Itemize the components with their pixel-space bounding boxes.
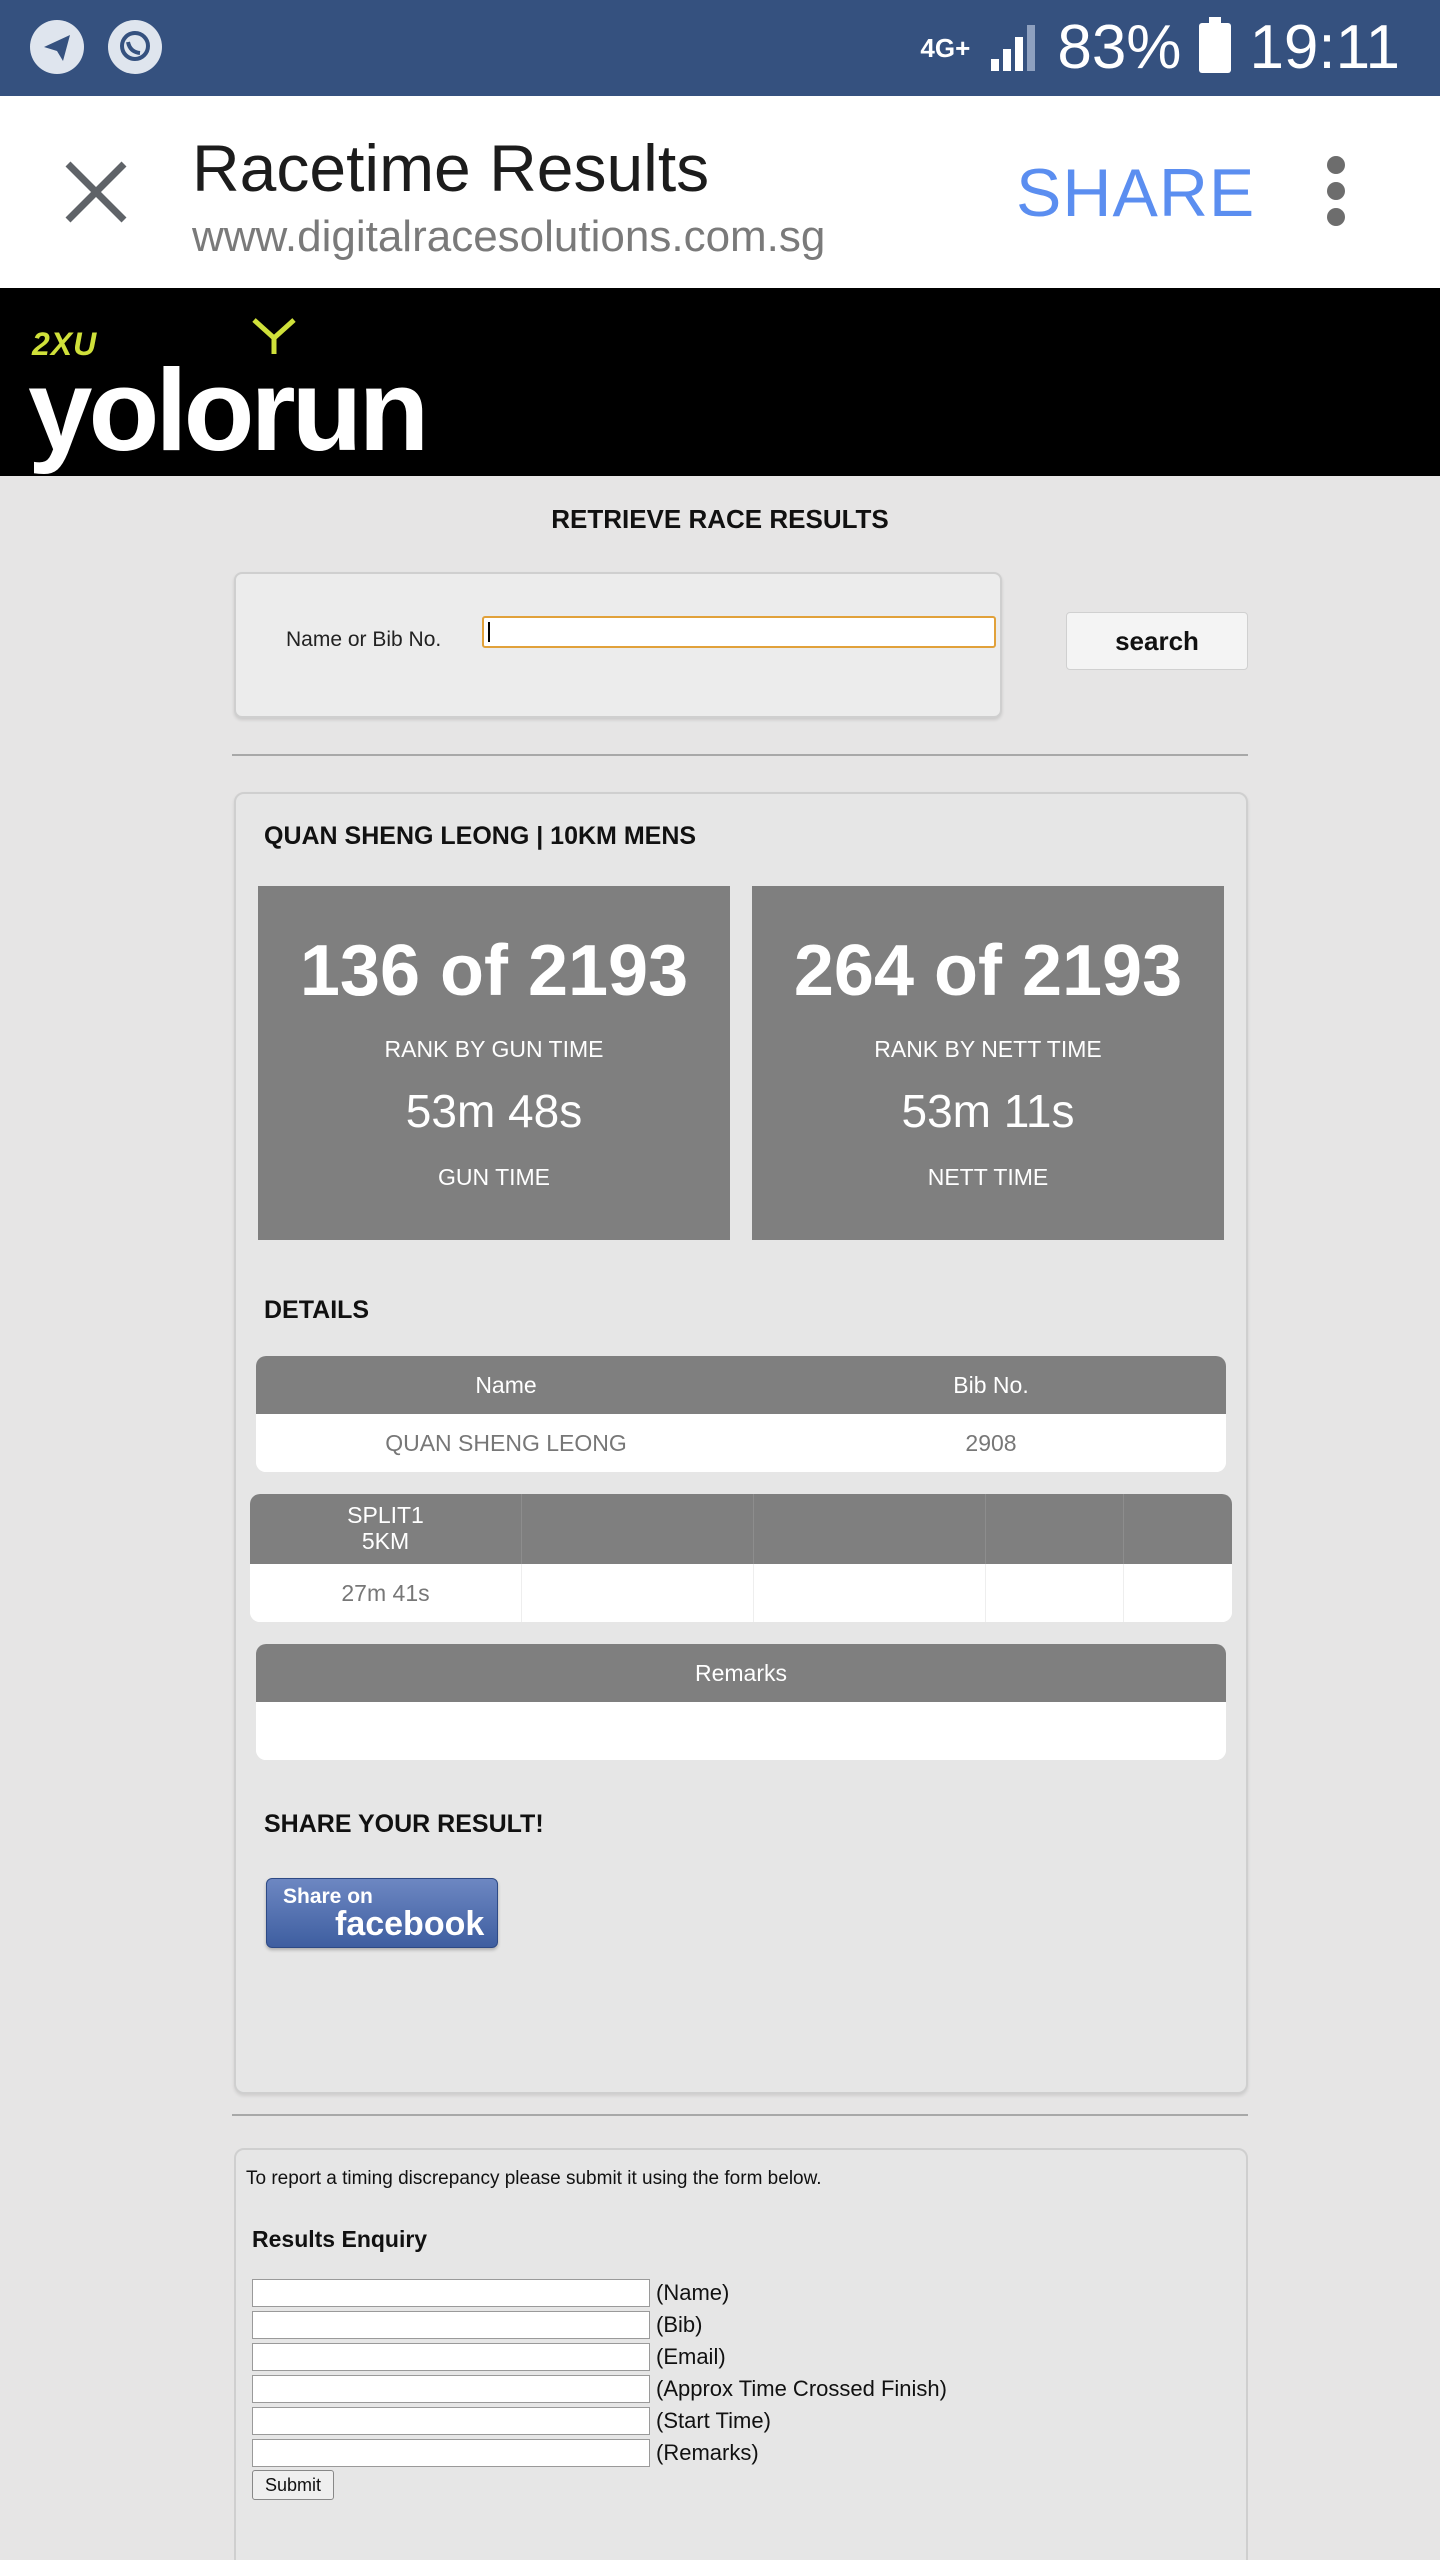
submit-button[interactable]: Submit [252,2470,334,2500]
search-panel: Name or Bib No. [234,572,1002,718]
enquiry-finish-time-label: (Approx Time Crossed Finish) [656,2376,947,2401]
telegram-icon [30,20,84,74]
divider [232,754,1248,756]
battery-percent: 83% [1057,13,1182,82]
table-row: 27m 41s [250,1564,1232,1622]
search-input[interactable] [482,616,996,648]
battery-icon [1199,17,1232,73]
share-button[interactable]: SHARE [1016,154,1255,232]
table-header-name: Name [475,1372,537,1398]
network-type: 4G+ [920,33,971,63]
table-row [256,1702,1226,1760]
search-label: Name or Bib No. [286,628,442,651]
split-header-empty [1124,1494,1232,1564]
table-header-bib: Bib No. [953,1372,1029,1398]
enquiry-intro: To report a timing discrepancy please su… [246,2168,822,2189]
gun-time-stat: 136 of 2193 RANK BY GUN TIME 53m 48s GUN… [258,886,730,1240]
result-heading: QUAN SHENG LEONG | 10KM MENS [264,822,697,850]
clock: 19:11 [1249,13,1400,82]
divider [232,2114,1248,2116]
split-time: 27m 41s [250,1564,522,1622]
logo-text: yolorun [28,345,429,475]
page-title: Racetime Results [192,131,710,205]
gun-rank: 136 of 2193 [299,931,689,1011]
app-bar: Racetime Results www.digitalracesolution… [0,96,1440,288]
close-icon[interactable] [60,156,132,228]
enquiry-email-label: (Email) [656,2344,726,2369]
enquiry-start-time-input[interactable] [252,2407,650,2435]
split-table: SPLIT1 5KM 27m 41s [250,1494,1232,1622]
enquiry-email-input[interactable] [252,2343,650,2371]
enquiry-name-label: (Name) [656,2280,730,2305]
runner-name: QUAN SHENG LEONG [385,1430,627,1456]
search-button[interactable]: search [1066,612,1248,670]
nett-time: 53m 11s [901,1085,1075,1137]
event-banner: 2XU yolorun [0,288,1440,476]
remarks-table: Remarks [256,1644,1226,1760]
enquiry-start-time-label: (Start Time) [656,2408,771,2433]
more-options-icon[interactable] [1320,156,1352,230]
table-row: QUAN SHENG LEONG 2908 [256,1414,1226,1472]
facebook-button-main: facebook [335,1905,485,1943]
share-on-facebook-button[interactable]: Share on facebook [266,1878,498,1948]
enquiry-title: Results Enquiry [252,2226,428,2252]
details-title: DETAILS [264,1296,370,1324]
signal-icon [991,25,1036,71]
nett-rank: 264 of 2193 [793,931,1183,1011]
split-header-empty [522,1494,754,1564]
gun-rank-label: RANK BY GUN TIME [384,1036,604,1062]
split-header-distance: 5KM [361,1528,410,1554]
split-cell-empty [986,1564,1124,1622]
page-url: www.digitalracesolutions.com.sg [192,212,826,261]
enquiry-remarks-input[interactable] [252,2439,650,2467]
split-header: SPLIT1 5KM [250,1494,522,1564]
split-header-name: SPLIT1 [347,1502,424,1528]
enquiry-bib-input[interactable] [252,2311,650,2339]
enquiry-bib-label: (Bib) [656,2312,703,2337]
whatsapp-icon [108,20,162,74]
retrieve-results-title: RETRIEVE RACE RESULTS [551,504,889,534]
split-cell-empty [754,1564,986,1622]
share-result-title: SHARE YOUR RESULT! [264,1810,544,1838]
enquiry-remarks-label: (Remarks) [656,2440,759,2465]
split-header-empty [754,1494,986,1564]
gun-time-label: GUN TIME [437,1164,551,1190]
nett-rank-label: RANK BY NETT TIME [874,1036,1102,1062]
split-header-empty [986,1494,1124,1564]
split-cell-empty [522,1564,754,1622]
runner-bib: 2908 [965,1430,1017,1456]
result-card: QUAN SHENG LEONG | 10KM MENS 136 of 2193… [234,792,1248,2094]
nett-time-stat: 264 of 2193 RANK BY NETT TIME 53m 11s NE… [752,886,1224,1240]
gun-time: 53m 48s [405,1085,583,1137]
details-table: Name Bib No. QUAN SHENG LEONG 2908 [256,1356,1226,1472]
logo-y-icon [252,318,296,354]
nett-time-label: NETT TIME [927,1164,1049,1190]
enquiry-name-input[interactable] [252,2279,650,2307]
remarks-value [256,1702,1226,1760]
split-cell-empty [1124,1564,1232,1622]
results-enquiry-form: To report a timing discrepancy please su… [234,2148,1248,2560]
remarks-header: Remarks [694,1660,787,1686]
status-bar: 4G+ 83% 19:11 [0,0,1440,96]
enquiry-finish-time-input[interactable] [252,2375,650,2403]
